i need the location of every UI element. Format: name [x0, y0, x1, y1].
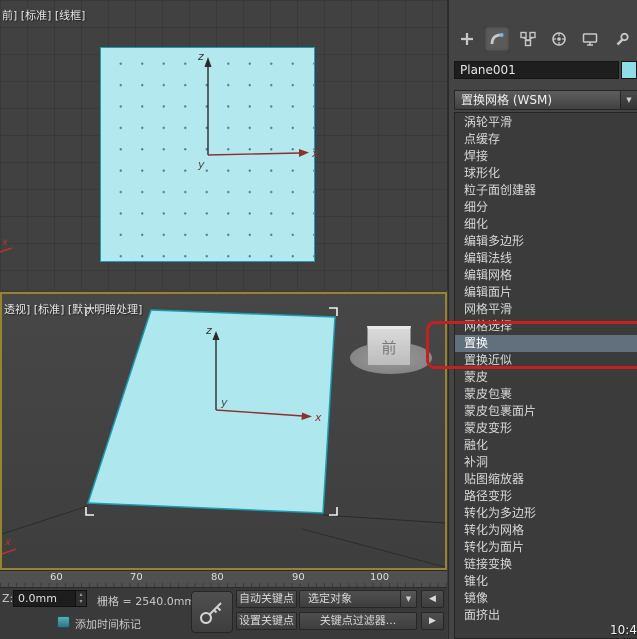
perspective-scene: z x y x: [2, 307, 445, 568]
modifier-item[interactable]: 编辑多边形: [455, 233, 637, 250]
modifier-item[interactable]: 转化为面片: [455, 539, 637, 556]
3ds-max-window: 前] [标准] [线框] z x y x 透视] [标准] [默认明暗处理] z…: [0, 0, 637, 639]
z-coordinate-label: Z:: [2, 592, 14, 605]
wrench-icon: [616, 32, 629, 46]
axis-y-label: y: [197, 158, 205, 171]
modifier-item-selected[interactable]: 置换: [455, 335, 637, 352]
modifier-item[interactable]: 蒙皮包裹: [455, 386, 637, 403]
trackbar-tick: 70: [130, 572, 143, 583]
modifier-item[interactable]: 镜像: [455, 590, 637, 607]
trackbar-tick: 80: [211, 572, 224, 583]
viewport-front[interactable]: 前] [标准] [线框] z x y x: [0, 0, 448, 290]
axis-z-label: z: [197, 50, 204, 63]
trackbar[interactable]: 60 70 80 90 100: [0, 570, 447, 588]
display-icon: [582, 33, 598, 46]
set-key-button[interactable]: 设置关键点: [236, 612, 297, 630]
hierarchy-icon: [520, 31, 536, 47]
chevron-down-icon[interactable]: ▼: [620, 91, 637, 109]
modifier-item[interactable]: 蒙皮变形: [455, 420, 637, 437]
modifier-item[interactable]: 贴图缩放器: [455, 471, 637, 488]
create-tab[interactable]: [454, 26, 480, 52]
modifier-item[interactable]: 涡轮平滑: [455, 114, 637, 131]
chevron-down-icon[interactable]: ▼: [400, 591, 416, 607]
axis-y-label: y: [220, 396, 228, 409]
modifier-item[interactable]: 球形化: [455, 165, 637, 182]
display-tab[interactable]: [577, 26, 603, 52]
world-axis-x-label: x: [4, 537, 11, 548]
modifier-item[interactable]: 细分: [455, 199, 637, 216]
modifier-item[interactable]: 面挤出: [455, 607, 637, 624]
z-coordinate-field[interactable]: 0.0mm ▴ ▾: [13, 590, 87, 607]
modifier-item[interactable]: 编辑面片: [455, 284, 637, 301]
command-panel-tabs: [449, 26, 637, 54]
modifier-item[interactable]: 蒙皮包裹面片: [455, 403, 637, 420]
modifier-item[interactable]: 蒙皮: [455, 369, 637, 386]
axis-tripod-front: z x y x: [0, 50, 319, 253]
previous-key-button[interactable]: ◀: [421, 590, 444, 608]
object-name-field[interactable]: Plane001: [454, 61, 619, 79]
modifier-item[interactable]: 补洞: [455, 454, 637, 471]
world-axis-x-label: x: [1, 237, 8, 248]
command-panel: Plane001 置换网格 (WSM) ▼ 涡轮平滑 点缓存 焊接 球形化 粒子…: [448, 0, 637, 639]
key-icon: [200, 602, 222, 624]
motion-tab[interactable]: [546, 26, 572, 52]
spinner-arrows-icon[interactable]: ▴ ▾: [75, 591, 86, 606]
selection-set-dropdown[interactable]: 选定对象 ▼: [299, 590, 417, 608]
modifier-item[interactable]: 细化: [455, 216, 637, 233]
modifier-item[interactable]: 融化: [455, 437, 637, 454]
modifier-item[interactable]: 点缓存: [455, 131, 637, 148]
trackbar-tick: 100: [370, 572, 390, 583]
set-keys-big-button[interactable]: [191, 591, 233, 633]
viewport-front-label[interactable]: 前] [标准] [线框]: [2, 7, 85, 23]
trackbar-tick: 90: [292, 572, 305, 583]
trackbar-tick: 60: [50, 572, 63, 583]
selection-set-value: 选定对象: [308, 592, 352, 605]
grid-size-readout: 栅格 = 2540.0mm: [97, 595, 196, 608]
modify-tab[interactable]: [484, 26, 510, 52]
modifier-item[interactable]: 网格选择: [455, 318, 637, 335]
key-filters-button[interactable]: 关键点过滤器...: [299, 612, 417, 630]
modifier-item[interactable]: 焊接: [455, 148, 637, 165]
status-bar: Z: 0.0mm ▴ ▾ 栅格 = 2540.0mm 添加时间标记 自动关键点 选…: [0, 588, 447, 639]
modifier-item[interactable]: 路径变形: [455, 488, 637, 505]
timestamp-overlay: 10:4: [610, 623, 637, 637]
time-tag-icon: [57, 616, 70, 628]
modifier-item[interactable]: 网格平滑: [455, 301, 637, 318]
axis-z-label: z: [205, 324, 212, 337]
viewport-perspective-label[interactable]: 透视] [标准] [默认明暗处理]: [4, 301, 142, 317]
object-color-swatch[interactable]: [621, 61, 637, 79]
viewport-perspective[interactable]: 透视] [标准] [默认明暗处理] z x y x 前: [0, 292, 447, 570]
modifier-dropdown-value: 置换网格 (WSM): [461, 93, 553, 107]
modifier-item[interactable]: 链接变换: [455, 556, 637, 573]
hierarchy-tab[interactable]: [515, 26, 541, 52]
utilities-tab[interactable]: [608, 26, 634, 52]
add-time-tag-button[interactable]: 添加时间标记: [75, 616, 141, 632]
auto-key-button[interactable]: 自动关键点: [236, 590, 297, 608]
modify-icon: [490, 33, 504, 45]
plus-icon: [461, 33, 473, 45]
modifier-item[interactable]: 编辑法线: [455, 250, 637, 267]
modifier-item[interactable]: 转化为多边形: [455, 505, 637, 522]
axis-x-label: x: [314, 411, 322, 424]
next-key-button[interactable]: ▶: [421, 612, 444, 630]
modifier-item[interactable]: 置换近似: [455, 352, 637, 369]
modifier-dropdown-list: 涡轮平滑 点缓存 焊接 球形化 粒子面创建器 细分 细化 编辑多边形 编辑法线 …: [454, 112, 637, 639]
modifier-list-dropdown[interactable]: 置换网格 (WSM) ▼: [454, 90, 637, 110]
motion-icon: [552, 32, 566, 46]
modifier-item[interactable]: 锥化: [455, 573, 637, 590]
z-coordinate-value: 0.0mm: [18, 592, 57, 605]
modifier-item[interactable]: 转化为网格: [455, 522, 637, 539]
axis-x-label: x: [311, 147, 319, 160]
plane-object-perspective: [86, 309, 336, 514]
modifier-item[interactable]: 编辑网格: [455, 267, 637, 284]
modifier-item[interactable]: 粒子面创建器: [455, 182, 637, 199]
